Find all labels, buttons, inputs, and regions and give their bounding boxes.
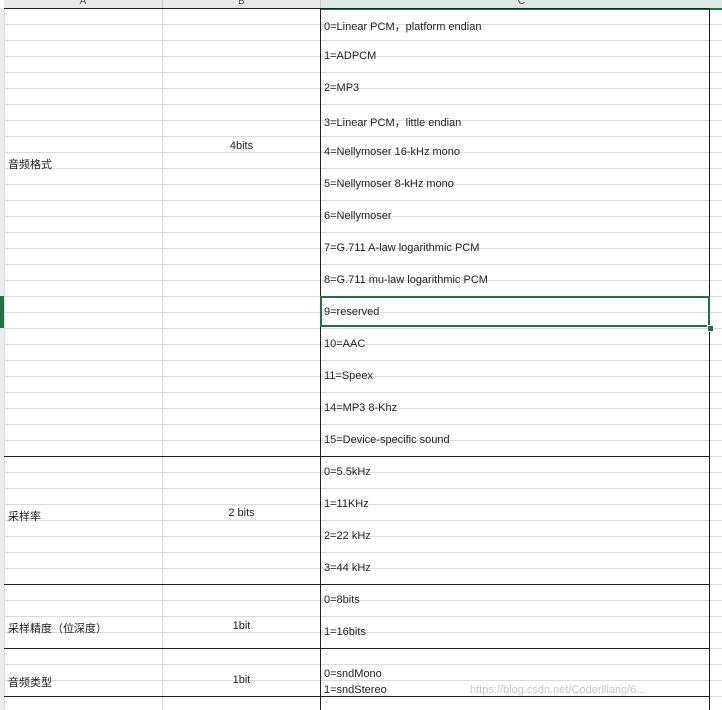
row-gridline <box>4 552 722 553</box>
group-border <box>4 648 710 649</box>
row-gridline <box>4 360 722 361</box>
cell-c-value[interactable]: 15=Device-specific sound <box>324 434 450 446</box>
cell-a-sample-precision[interactable]: 采样精度（位深度） <box>8 620 107 636</box>
cell-c-value[interactable]: 3=44 kHz <box>324 562 371 574</box>
cell-c-value[interactable]: 6=Nellymoser <box>324 210 392 222</box>
watermark: https://blog.csdn.net/Coderlliang/6... <box>470 684 646 696</box>
cell-c-value[interactable]: 5=Nellymoser 8-kHz mono <box>324 178 454 190</box>
column-header-c-label: C <box>517 0 526 7</box>
cell-c-value[interactable]: 3=Linear PCM，little endian <box>324 114 461 130</box>
cell-c-value[interactable]: 0=sndMono <box>324 668 382 680</box>
cell-a-audio-format[interactable]: 音频格式 <box>8 156 52 172</box>
row-gridline <box>4 520 722 521</box>
cell-b-audio-type-bits[interactable]: 1bit <box>163 674 320 686</box>
cell-c-value[interactable]: 8=G.711 mu-law logarithmic PCM <box>324 274 488 286</box>
column-header-a-label: A <box>79 0 87 7</box>
column-header-b-label: B <box>238 0 245 7</box>
cell-c-value[interactable]: 1=16bits <box>324 626 366 638</box>
cell-c-value[interactable]: 1=sndStereo <box>324 684 387 696</box>
col-border <box>709 8 710 710</box>
row-gridline <box>4 664 722 665</box>
cell-a-audio-type[interactable]: 音频类型 <box>8 674 52 690</box>
cell-c-value[interactable]: 11=Speex <box>324 370 373 382</box>
cell-c-value[interactable]: 2=22 kHz <box>324 530 371 542</box>
row-gridline <box>4 200 722 201</box>
spreadsheet-grid: A B C 音频格式 4bits 0=Linear PCM，platform e… <box>0 0 722 710</box>
row-gridline <box>4 488 722 489</box>
row-gridline <box>4 136 722 137</box>
group-border <box>4 584 710 585</box>
group-border <box>4 8 710 9</box>
cell-c-value[interactable]: 0=5.5kHz <box>324 466 371 478</box>
cell-b-sample-rate-bits[interactable]: 2 bits <box>163 507 320 519</box>
fill-handle[interactable] <box>707 325 714 332</box>
cell-c-value[interactable]: 1=11KHz <box>324 498 369 510</box>
row-gridline <box>4 424 722 425</box>
row-gridline <box>4 328 722 329</box>
cell-c-value[interactable]: 1=ADPCM <box>324 50 376 62</box>
col-gridline <box>162 8 163 710</box>
cell-c-value[interactable]: 0=8bits <box>324 594 360 606</box>
cell-b-sample-precision-bits[interactable]: 1bit <box>163 620 320 632</box>
row-gridline <box>4 40 722 41</box>
cell-b-audio-format-bits[interactable]: 4bits <box>163 140 320 152</box>
cell-selection-outline <box>320 296 710 327</box>
cell-c-value[interactable]: 7=G.711 A-law logarithmic PCM <box>324 242 479 254</box>
cell-c-value[interactable]: 2=MP3 <box>324 82 359 94</box>
row-gridline <box>4 232 722 233</box>
row-gridline <box>4 392 722 393</box>
cell-c-value[interactable]: 4=Nellymoser 16-kHz mono <box>324 146 460 158</box>
cell-c-value[interactable]: 10=AAC <box>324 338 365 350</box>
col-border <box>320 8 321 710</box>
row-gridline <box>4 88 722 89</box>
row-gridline <box>4 600 722 601</box>
row-gridline <box>4 168 722 169</box>
row-gridline <box>4 72 722 73</box>
col-gridline <box>4 8 5 710</box>
row-gridline <box>4 616 722 617</box>
row-gridline <box>4 104 722 105</box>
cell-a-sample-rate[interactable]: 采样率 <box>8 508 41 524</box>
group-border <box>4 696 710 697</box>
cell-c-value[interactable]: 0=Linear PCM，platform endian <box>324 18 481 34</box>
group-border <box>4 456 710 457</box>
row-gridline <box>4 264 722 265</box>
row-gridline <box>4 680 722 681</box>
cell-c-value[interactable]: 14=MP3 8-Khz <box>324 402 397 414</box>
